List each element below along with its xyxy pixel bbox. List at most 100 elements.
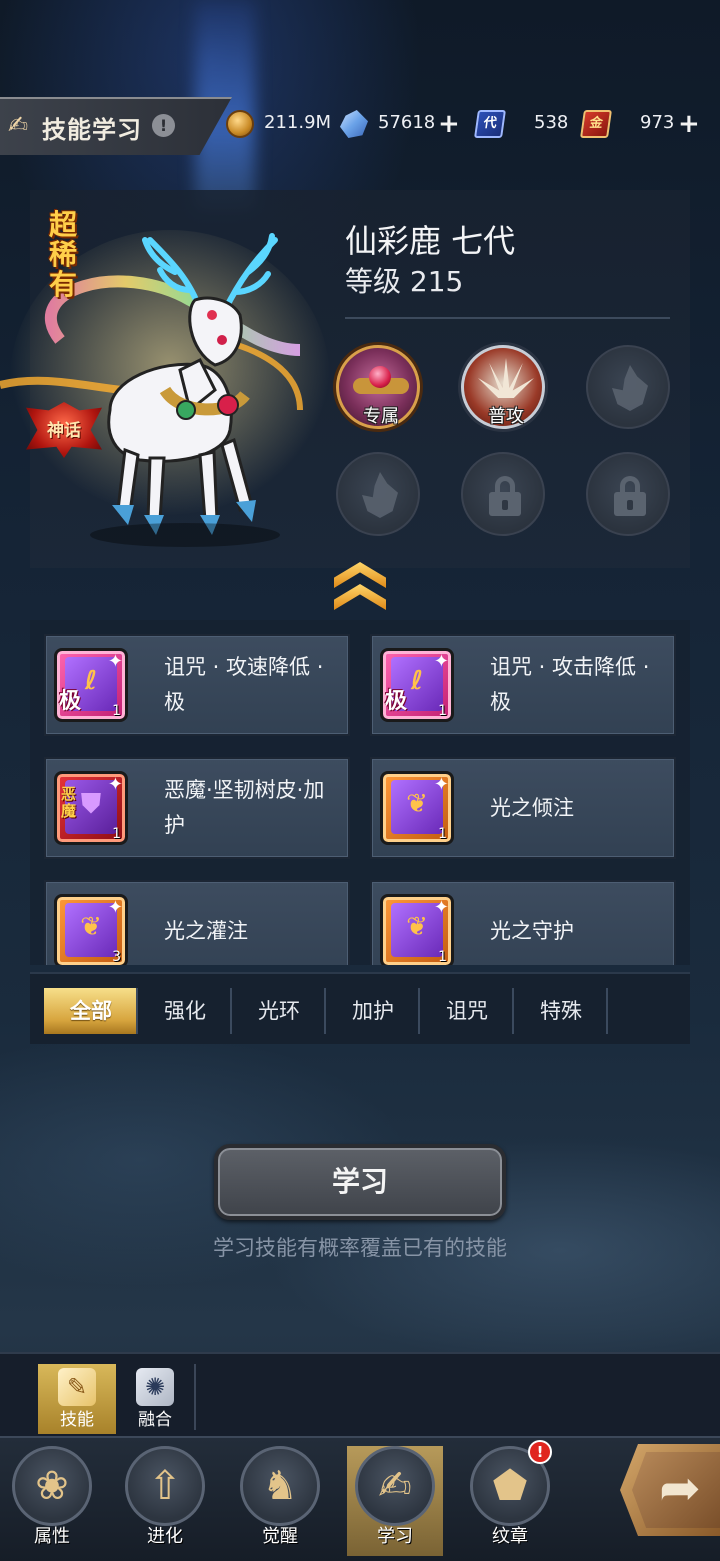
crystal-icon	[340, 110, 368, 138]
skill-slot-normal-attack[interactable]: 普攻	[461, 345, 545, 429]
light-flame-icon: ❦	[80, 912, 102, 942]
sparkle-icon: ✦	[433, 651, 449, 672]
skill-tag: 极	[59, 689, 82, 714]
crystal-value: 57618	[378, 112, 436, 133]
add-red-card-button[interactable]: +	[678, 111, 700, 137]
filter-tab-enhance[interactable]: 强化	[138, 988, 232, 1034]
burst-icon	[478, 358, 534, 398]
top-bar: ✍ 技能学习 ! 211.9M 57618 + 代 538 金 973 +	[0, 97, 720, 155]
skill-book-icon: ❦ ✦ 1	[380, 894, 454, 965]
help-button[interactable]: !	[152, 114, 175, 137]
skill-list[interactable]: ℓ ✦ 极 1 诅咒 · 攻速降低 · 极 ℓ ✦ 极 1 诅咒 · 攻击降低 …	[30, 620, 690, 965]
resource-gold: 211.9M	[226, 110, 331, 140]
exclamation-icon: !	[159, 116, 168, 135]
skill-count: 1	[438, 826, 447, 842]
next-button[interactable]: ➦	[620, 1444, 720, 1536]
filter-tab-protection[interactable]: 加护	[326, 988, 420, 1034]
sub-tab-skill[interactable]: ✎ 技能	[38, 1364, 116, 1434]
claw-icon: ✍	[8, 111, 29, 139]
skill-card[interactable]: ❦ ✦ 1 光之守护	[370, 880, 676, 965]
lock-icon	[489, 476, 521, 516]
flame-icon	[362, 472, 398, 518]
learn-hint: 学习技能有概率覆盖已有的技能	[213, 1236, 507, 1260]
nav-icon-frame: ✍	[355, 1446, 435, 1526]
nav-label: 觉醒	[262, 1526, 298, 1547]
add-crystal-button[interactable]: +	[438, 111, 460, 137]
double-chevron-up-icon[interactable]	[334, 562, 386, 624]
notification-badge: !	[528, 1440, 552, 1464]
nav-awaken[interactable]: ♞ 觉醒	[232, 1446, 328, 1556]
hero-name: 仙彩鹿 七代	[345, 222, 516, 260]
skill-slot-empty[interactable]	[336, 452, 420, 536]
skill-book-icon: ❦ ✦ 1	[380, 771, 454, 845]
nav-learn[interactable]: ✍ 学习	[347, 1446, 443, 1556]
skill-name: 光之灌注	[164, 918, 248, 943]
skill-slot-locked[interactable]	[461, 452, 545, 536]
red-card-icon: 金	[580, 110, 612, 138]
page-title: 技能学习	[42, 116, 142, 144]
skill-tag: 极	[385, 689, 408, 714]
skill-card[interactable]: ℓ ✦ 极 1 诅咒 · 攻速降低 · 极	[44, 634, 350, 736]
nav-label: 属性	[34, 1526, 70, 1547]
filter-separator	[606, 988, 608, 1034]
resource-crystal: 57618 +	[340, 110, 464, 140]
sub-tab-separator	[194, 1364, 196, 1430]
gem-icon	[369, 366, 391, 388]
resource-red-card: 金 973 +	[580, 110, 706, 140]
skill-tag: 恶魔	[61, 785, 77, 820]
nav-label: 学习	[377, 1526, 413, 1547]
skill-book-icon: ✎	[58, 1368, 96, 1406]
divider	[345, 317, 670, 319]
hero-level: 等级 215	[345, 265, 464, 298]
red-card-value: 973	[640, 112, 675, 133]
arrow-up-icon: ⇧	[148, 1463, 182, 1509]
skill-book-icon: ℓ ✦ 极 1	[380, 648, 454, 722]
nav-attributes[interactable]: ❀ 属性	[4, 1446, 100, 1556]
skill-card[interactable]: ⛊ ✦ 恶魔 1 恶魔·坚韧树皮·加护	[44, 757, 350, 859]
sub-tab-bar: ✎ 技能 ✺ 融合	[0, 1352, 720, 1436]
resource-blue-card: 代 538	[474, 110, 569, 140]
skill-name: 光之守护	[490, 918, 574, 943]
sub-tab-fusion[interactable]: ✺ 融合	[116, 1364, 194, 1434]
skill-name: 光之倾注	[490, 795, 574, 820]
filter-tab-special[interactable]: 特殊	[514, 988, 608, 1034]
sparkle-icon: ✦	[107, 651, 123, 672]
skill-card[interactable]: ℓ ✦ 极 1 诅咒 · 攻击降低 · 极	[370, 634, 676, 736]
skill-slot-label: 专属	[363, 406, 399, 427]
swirl-icon: ✺	[136, 1368, 174, 1406]
filter-tab-aura[interactable]: 光环	[232, 988, 326, 1034]
lock-icon	[614, 476, 646, 516]
claw-icon: ✍	[378, 1463, 412, 1509]
myth-badge: 神话	[26, 402, 102, 458]
nav-label: 纹章	[492, 1526, 528, 1547]
skill-book-icon: ❦ ✦ 3	[54, 894, 128, 965]
fox-mask-icon: ♞	[262, 1463, 298, 1509]
nav-evolve[interactable]: ⇧ 进化	[117, 1446, 213, 1556]
myth-badge-label: 神话	[47, 421, 81, 441]
blue-card-value: 538	[534, 112, 569, 133]
skill-count: 3	[112, 949, 121, 965]
light-guard-icon: ❦	[406, 912, 428, 942]
skill-slot-locked[interactable]	[586, 452, 670, 536]
skill-name: 恶魔·坚韧树皮·加护	[164, 778, 325, 837]
sparkle-icon: ✦	[107, 897, 123, 918]
flame-icon	[612, 365, 648, 411]
filter-tab-all[interactable]: 全部	[44, 988, 138, 1034]
skill-slot-exclusive[interactable]: 专属	[336, 345, 420, 429]
bottom-nav: ❀ 属性 ⇧ 进化 ♞ 觉醒 ✍ 学习 ⬟ 纹章	[0, 1436, 720, 1561]
paw-icon: ❀	[35, 1463, 69, 1509]
learn-button[interactable]: 学习	[214, 1144, 506, 1220]
skill-count: 1	[112, 703, 121, 719]
sub-tab-label: 融合	[138, 1410, 172, 1430]
skill-slot-empty[interactable]	[586, 345, 670, 429]
sparkle-icon: ✦	[433, 897, 449, 918]
filter-tab-curse[interactable]: 诅咒	[420, 988, 514, 1034]
skill-name: 诅咒 · 攻速降低 · 极	[164, 655, 324, 714]
skill-book-icon: ℓ ✦ 极 1	[54, 648, 128, 722]
skill-slot-label: 普攻	[488, 406, 524, 427]
skill-card[interactable]: ❦ ✦ 3 光之灌注	[44, 880, 350, 965]
nav-icon-frame: ❀	[12, 1446, 92, 1526]
skill-card[interactable]: ❦ ✦ 1 光之倾注	[370, 757, 676, 859]
nav-icon-frame: ⇧	[125, 1446, 205, 1526]
skill-count: 1	[112, 826, 121, 842]
